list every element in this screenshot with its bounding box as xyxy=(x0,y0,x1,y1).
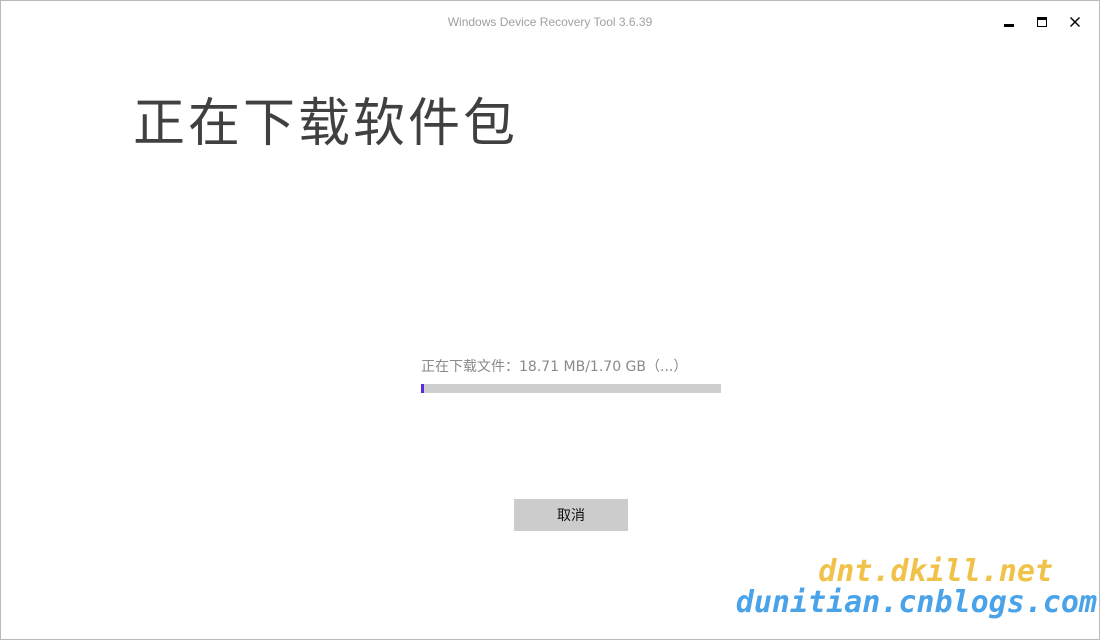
watermark-line-2: dunitian.cnblogs.com xyxy=(735,585,1097,620)
maximize-icon xyxy=(1037,17,1047,27)
download-status-text: 正在下载文件：18.71 MB/1.70 GB（...） xyxy=(421,359,688,375)
download-progress-bar xyxy=(421,384,721,393)
progress-fill xyxy=(421,384,424,393)
page-title: 正在下载软件包 xyxy=(133,94,519,154)
maximize-button[interactable] xyxy=(1027,9,1057,35)
minimize-button[interactable] xyxy=(994,9,1024,35)
title-bar[interactable]: Windows Device Recovery Tool 3.6.39 xyxy=(1,1,1099,43)
close-button[interactable] xyxy=(1060,9,1090,35)
minimize-icon xyxy=(1004,23,1014,27)
close-icon xyxy=(1070,17,1080,27)
app-window: Windows Device Recovery Tool 3.6.39 正在下载… xyxy=(0,0,1100,640)
window-title: Windows Device Recovery Tool 3.6.39 xyxy=(447,15,653,29)
watermark-line-1: dnt.dkill.net xyxy=(818,554,1053,589)
cancel-button[interactable]: 取消 xyxy=(514,499,628,531)
